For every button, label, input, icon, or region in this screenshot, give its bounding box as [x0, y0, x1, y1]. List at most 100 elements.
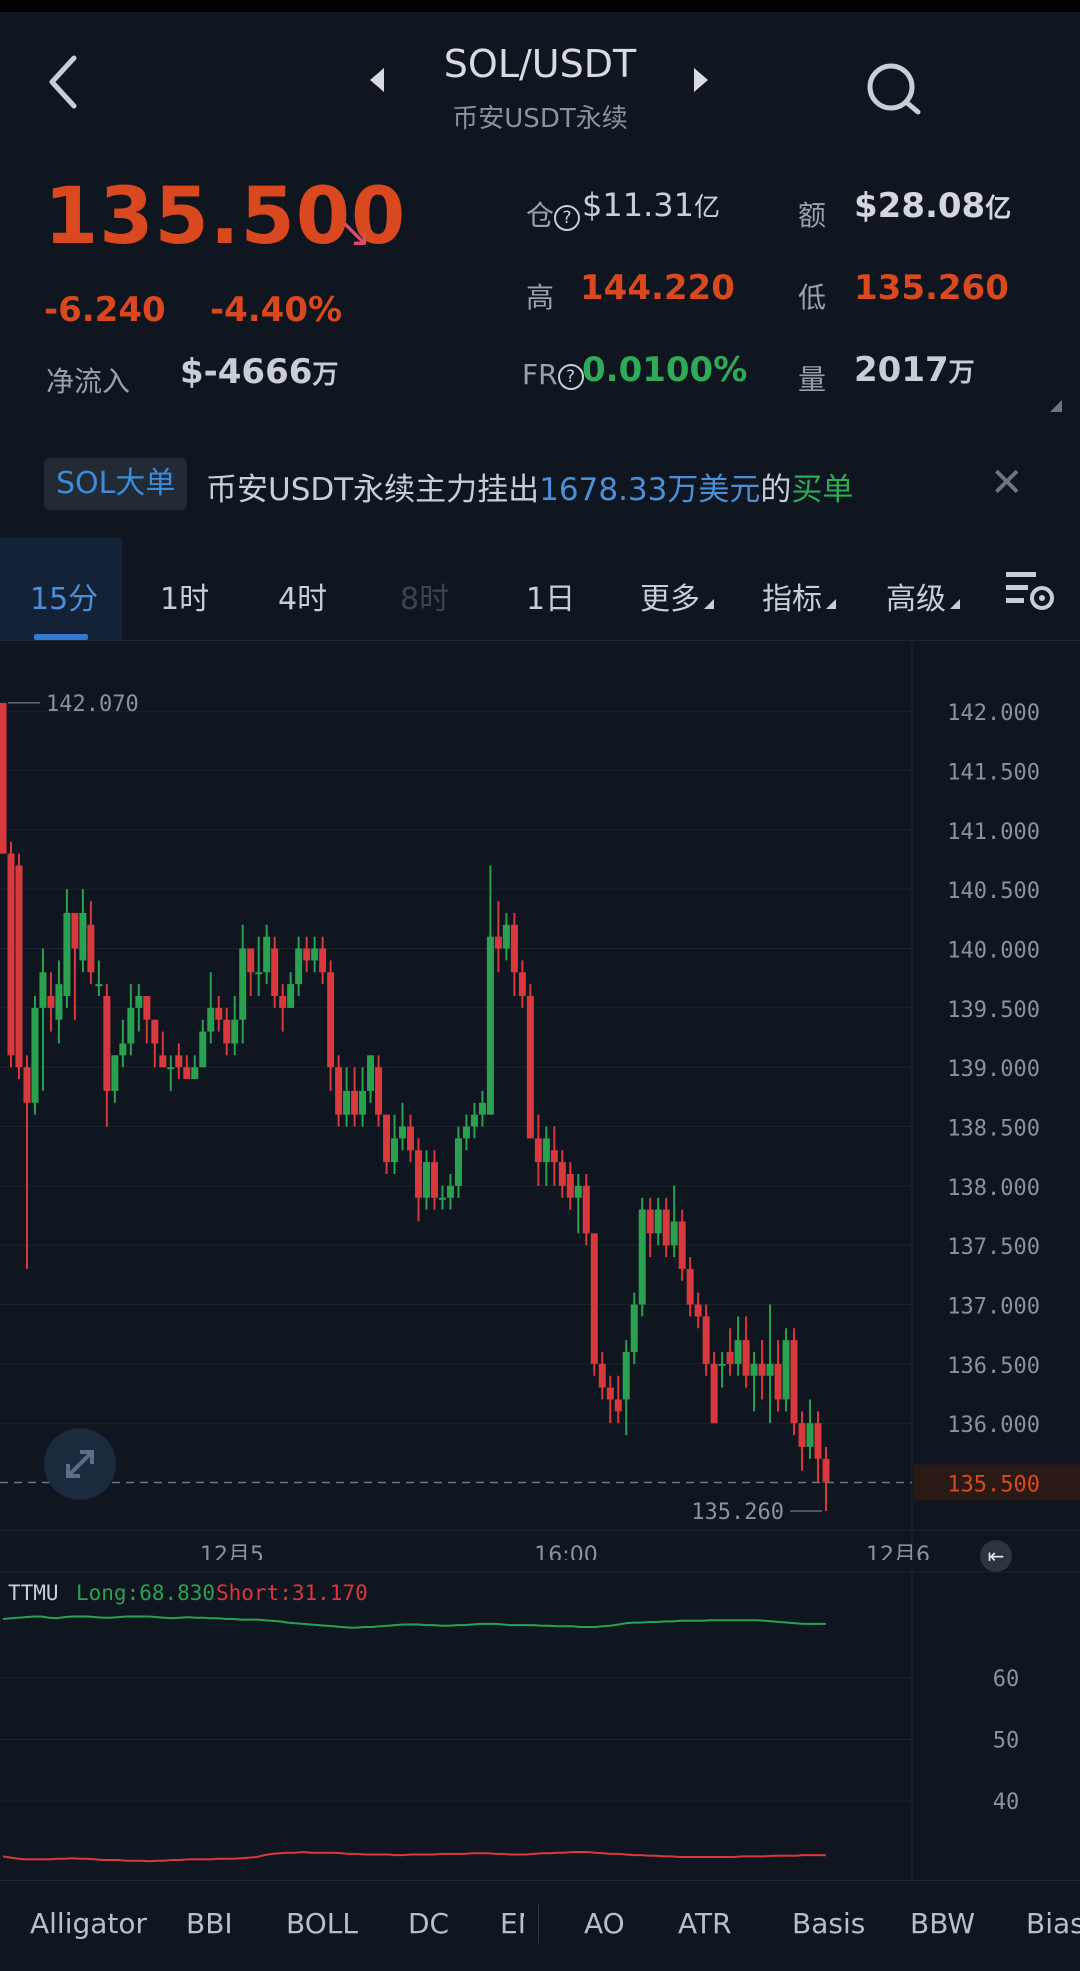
candle-body — [0, 702, 7, 854]
candle-body — [670, 1221, 678, 1246]
indicator-alligator[interactable]: Alligator — [30, 1907, 147, 1940]
candle-body — [766, 1363, 774, 1376]
candle-body — [63, 912, 71, 996]
y-tick-label: 141.500 — [947, 761, 1040, 786]
candle-body — [167, 1067, 175, 1070]
indicator-boll[interactable]: BOLL — [286, 1907, 358, 1940]
candle-body — [478, 1102, 486, 1115]
tab-1h[interactable]: 1时 — [160, 574, 209, 618]
candle-body — [622, 1352, 630, 1400]
dropdown-corner-icon — [704, 599, 714, 609]
high-value: 144.220 — [580, 268, 735, 308]
candle-body — [207, 1007, 215, 1032]
candle-body — [279, 996, 287, 1008]
indicator-basis[interactable]: Basis — [792, 1907, 865, 1940]
indicator-ao[interactable]: AO — [584, 1907, 625, 1940]
indicator-atr[interactable]: ATR — [678, 1907, 732, 1940]
next-symbol-icon[interactable] — [694, 68, 708, 92]
tab-4h[interactable]: 4时 — [278, 574, 327, 618]
candle-body — [718, 1363, 726, 1366]
candle-body — [343, 1090, 351, 1115]
last-price-tag-label: 135.500 — [947, 1473, 1040, 1498]
indicator-bbi[interactable]: BBI — [186, 1907, 233, 1940]
candle-body — [271, 948, 279, 996]
indicator-long-label: Long:68.830 — [76, 1581, 215, 1605]
indicator-en[interactable]: EN — [500, 1907, 524, 1940]
candle-body — [231, 1019, 239, 1044]
candle-body — [614, 1399, 622, 1412]
tab-indicators[interactable]: 指标 — [762, 574, 836, 618]
high-label: 高 — [526, 281, 555, 314]
candle-body — [127, 1007, 135, 1044]
indicator-bbw[interactable]: BBW — [910, 1907, 975, 1940]
indicator-y-tick: 60 — [993, 1667, 1020, 1692]
ttmu-indicator-panel[interactable]: 60 50 40 TTMU Long:68.830 Short:31.170 — [0, 1570, 1080, 1880]
fullscreen-button[interactable] — [44, 1428, 116, 1500]
y-tick-label: 138.000 — [947, 1176, 1040, 1201]
candle-body — [7, 853, 15, 1056]
tab-1d[interactable]: 1日 — [526, 574, 575, 618]
candle-body — [822, 1458, 830, 1483]
candle-body — [31, 1007, 39, 1103]
candle-body — [223, 1019, 231, 1044]
candle-body — [470, 1114, 478, 1127]
candle-body — [151, 1019, 159, 1044]
candle-body — [414, 1150, 422, 1198]
x-tick-label: 16:00 — [534, 1543, 597, 1560]
candle-body — [303, 948, 311, 961]
candle-body — [327, 972, 335, 1068]
candle-body — [542, 1138, 550, 1163]
info-icon: ? — [554, 205, 581, 231]
tab-more[interactable]: 更多 — [640, 574, 714, 618]
short-series-line — [2, 1850, 827, 1863]
tab-advanced[interactable]: 高级 — [886, 574, 960, 618]
x-tick-label: 12月5 — [200, 1543, 264, 1560]
candle-body — [391, 1138, 399, 1163]
candle-body — [550, 1150, 558, 1163]
amount-label: 额 — [798, 199, 827, 232]
candle-body — [654, 1209, 662, 1234]
indicator-y-tick: 40 — [993, 1790, 1020, 1815]
price-change: -6.240 — [44, 290, 166, 330]
tab-15m[interactable]: 15分 — [30, 574, 98, 618]
notice-text: 币安USDT永续主力挂出1678.33万美元的买单 — [206, 472, 854, 508]
candlestick-chart[interactable]: 142.000 141.500 141.000 140.500 140.000 139.5… — [0, 640, 1080, 1560]
divider — [538, 1903, 539, 1943]
scroll-to-latest-button[interactable]: ⇤ — [980, 1540, 1012, 1572]
candle-body — [55, 984, 63, 1020]
candle-body — [135, 996, 143, 1008]
y-tick-label: 139.000 — [947, 1057, 1040, 1082]
candle-body — [686, 1268, 694, 1305]
close-icon[interactable]: ✕ — [990, 460, 1024, 506]
indicator-dc[interactable]: DC — [408, 1907, 449, 1940]
candle-body — [375, 1067, 383, 1115]
expand-corner-icon[interactable] — [1050, 400, 1062, 412]
candle-body — [319, 948, 327, 973]
indicator-bias[interactable]: Bias — [1026, 1907, 1080, 1940]
candle-body — [590, 1233, 598, 1364]
candle-body — [399, 1126, 407, 1139]
candle-body — [750, 1363, 758, 1376]
net-inflow-value: $-4666万 — [180, 352, 339, 392]
y-tick-label: 137.500 — [947, 1235, 1040, 1260]
low-value: 135.260 — [854, 268, 1009, 308]
indicator-selector-bar: Alligator BBI BOLL DC EN AO ATR Basis BB… — [0, 1880, 1080, 1971]
tab-8h[interactable]: 8时 — [400, 574, 449, 618]
candle-body — [758, 1363, 766, 1376]
y-tick-label: 140.000 — [947, 939, 1040, 964]
candle-body — [79, 912, 87, 961]
candle-body — [534, 1138, 542, 1163]
y-tick-label: 138.500 — [947, 1117, 1040, 1142]
status-bar — [0, 0, 1080, 12]
dropdown-corner-icon — [950, 599, 960, 609]
candle-body — [263, 936, 271, 973]
candle-body — [598, 1363, 606, 1388]
large-order-notice[interactable]: SOL大单 币安USDT永续主力挂出1678.33万美元的买单 ✕ — [0, 440, 1080, 530]
candle-body — [678, 1221, 686, 1269]
candle-body — [662, 1209, 670, 1246]
info-icon: ? — [557, 364, 584, 390]
search-icon[interactable] — [866, 62, 922, 118]
candle-body — [518, 972, 526, 996]
candle-body — [726, 1352, 734, 1364]
chart-settings-icon[interactable] — [1004, 568, 1056, 612]
